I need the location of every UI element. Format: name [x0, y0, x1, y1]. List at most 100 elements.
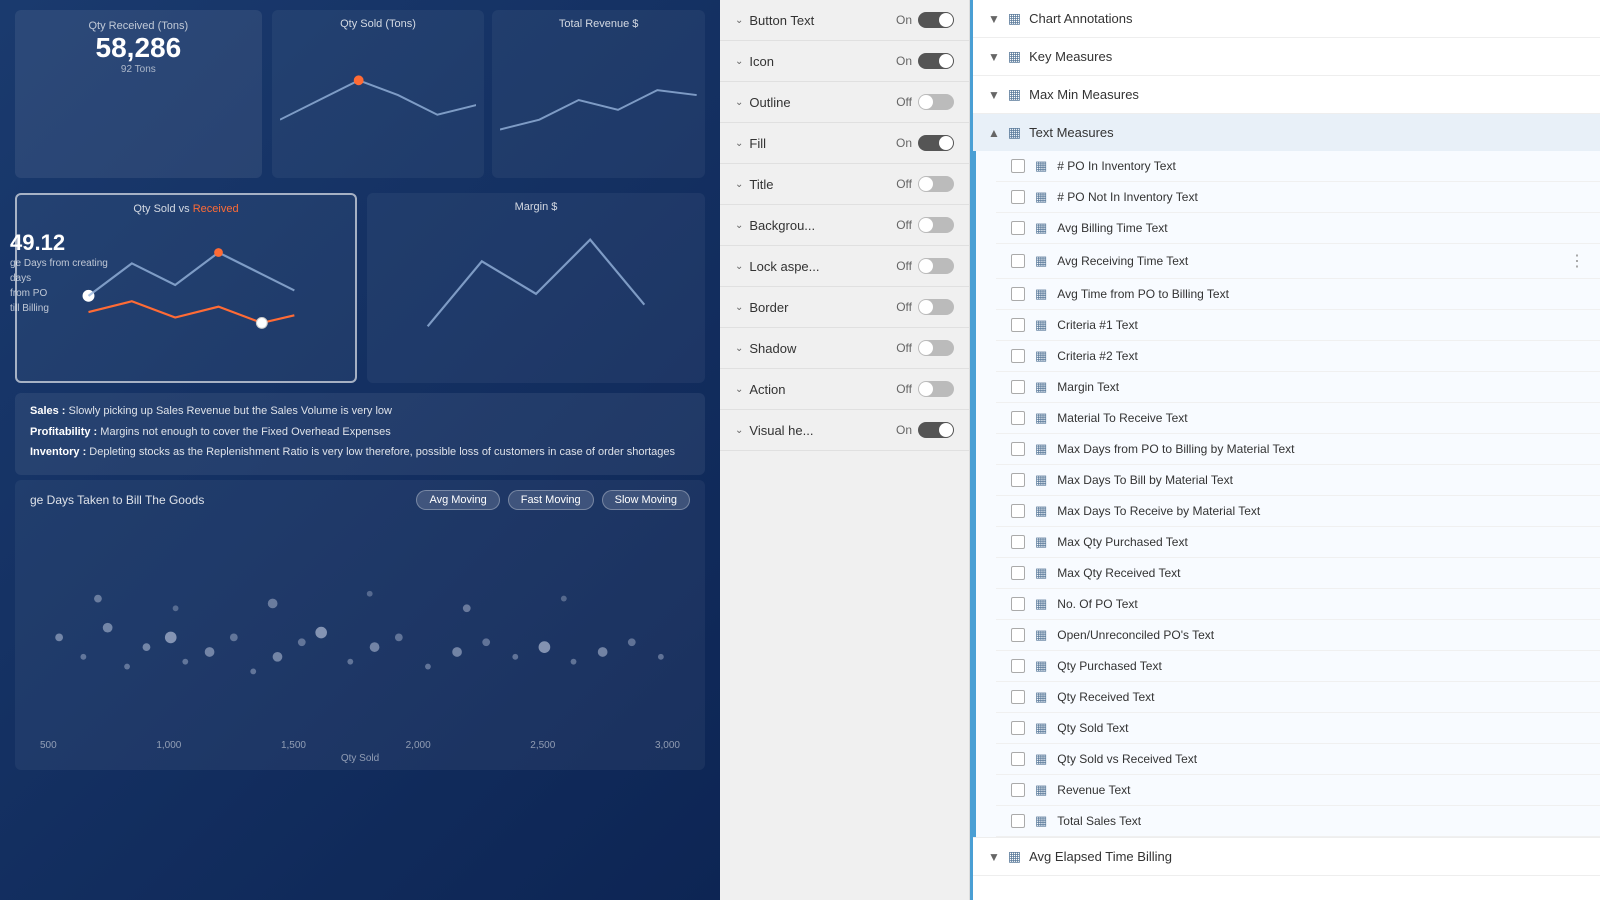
- prop-item-icon[interactable]: ⌄ Icon On: [720, 41, 969, 82]
- toggle-track[interactable]: [918, 94, 954, 110]
- tree-item[interactable]: ▦ Max Days from PO to Billing by Materia…: [996, 434, 1600, 465]
- tree-item[interactable]: ▦ Material To Receive Text: [996, 403, 1600, 434]
- item-checkbox[interactable]: [1011, 442, 1025, 456]
- tree-item[interactable]: ▦ # PO Not In Inventory Text: [996, 182, 1600, 213]
- item-checkbox[interactable]: [1011, 190, 1025, 204]
- tree-section-key-measures[interactable]: ▼ ▦ Key Measures: [973, 38, 1600, 76]
- tree-item[interactable]: ▦ Max Qty Received Text: [996, 558, 1600, 589]
- item-checkbox[interactable]: [1011, 504, 1025, 518]
- item-checkbox[interactable]: [1011, 783, 1025, 797]
- tree-section-header-text-measures[interactable]: ▲ ▦ Text Measures: [973, 114, 1600, 151]
- charts-area-2: Qty Sold vs Received Margin $: [0, 188, 720, 388]
- item-checkbox[interactable]: [1011, 221, 1025, 235]
- prop-toggle[interactable]: Off: [896, 217, 954, 233]
- tree-section-chart-annotations[interactable]: ▼ ▦ Chart Annotations: [973, 0, 1600, 38]
- tree-item[interactable]: ▦ # PO In Inventory Text: [996, 151, 1600, 182]
- tree-item[interactable]: ▦ Qty Received Text: [996, 682, 1600, 713]
- toggle-track[interactable]: [918, 258, 954, 274]
- fast-moving-filter[interactable]: Fast Moving: [508, 490, 594, 510]
- tree-item[interactable]: ▦ Qty Purchased Text: [996, 651, 1600, 682]
- toggle-track[interactable]: [918, 176, 954, 192]
- toggle-track[interactable]: [918, 299, 954, 315]
- tree-section-text-measures[interactable]: ▲ ▦ Text Measures ▦ # PO In Inventory Te…: [973, 114, 1600, 838]
- item-checkbox[interactable]: [1011, 752, 1025, 766]
- chevron-icon: ⌄: [735, 138, 743, 149]
- toggle-track[interactable]: [918, 217, 954, 233]
- item-label: Max Days To Bill by Material Text: [1057, 473, 1233, 487]
- prop-item-border[interactable]: ⌄ Border Off: [720, 287, 969, 328]
- toggle-track[interactable]: [918, 381, 954, 397]
- item-checkbox[interactable]: [1011, 721, 1025, 735]
- item-checkbox[interactable]: [1011, 254, 1025, 268]
- tree-section-max-min-measures[interactable]: ▼ ▦ Max Min Measures: [973, 76, 1600, 114]
- section-title-avg-elapsed-billing: Avg Elapsed Time Billing: [1029, 849, 1172, 864]
- prop-toggle[interactable]: Off: [896, 340, 954, 356]
- tree-item[interactable]: ▦ Avg Time from PO to Billing Text: [996, 279, 1600, 310]
- slow-moving-filter[interactable]: Slow Moving: [602, 490, 690, 510]
- tree-item[interactable]: ▦ Qty Sold Text: [996, 713, 1600, 744]
- prop-item-fill[interactable]: ⌄ Fill On: [720, 123, 969, 164]
- item-label: Qty Sold Text: [1057, 721, 1128, 735]
- avg-moving-filter[interactable]: Avg Moving: [416, 490, 499, 510]
- table-icon: ▦: [1035, 565, 1047, 581]
- item-checkbox[interactable]: [1011, 535, 1025, 549]
- toggle-track[interactable]: [918, 422, 954, 438]
- item-checkbox[interactable]: [1011, 380, 1025, 394]
- prop-toggle[interactable]: On: [896, 12, 954, 28]
- toggle-track[interactable]: [918, 53, 954, 69]
- prop-item-outline[interactable]: ⌄ Outline Off: [720, 82, 969, 123]
- item-checkbox[interactable]: [1011, 349, 1025, 363]
- prop-toggle[interactable]: On: [896, 135, 954, 151]
- qty-sold-title: Qty Sold (Tons): [280, 18, 477, 30]
- tree-item[interactable]: ▦ Qty Sold vs Received Text: [996, 744, 1600, 775]
- prop-item-title[interactable]: ⌄ Title Off: [720, 164, 969, 205]
- toggle-track[interactable]: [918, 340, 954, 356]
- tree-item[interactable]: ▦ No. Of PO Text: [996, 589, 1600, 620]
- toggle-track[interactable]: [918, 12, 954, 28]
- item-checkbox[interactable]: [1011, 287, 1025, 301]
- prop-toggle[interactable]: On: [896, 422, 954, 438]
- prop-toggle[interactable]: Off: [896, 299, 954, 315]
- item-checkbox[interactable]: [1011, 473, 1025, 487]
- prop-item-button-text[interactable]: ⌄ Button Text On: [720, 0, 969, 41]
- tree-item[interactable]: ▦ Max Qty Purchased Text: [996, 527, 1600, 558]
- tree-item[interactable]: ▦ Criteria #2 Text: [996, 341, 1600, 372]
- tree-item[interactable]: ▦ Max Days To Receive by Material Text: [996, 496, 1600, 527]
- prop-item-backgrou...[interactable]: ⌄ Backgrou... Off: [720, 205, 969, 246]
- toggle-track[interactable]: [918, 135, 954, 151]
- prop-toggle[interactable]: Off: [896, 381, 954, 397]
- tree-item[interactable]: ▦ Margin Text: [996, 372, 1600, 403]
- prop-item-visual-he...[interactable]: ⌄ Visual he... On: [720, 410, 969, 451]
- tree-item[interactable]: ▦ Max Days To Bill by Material Text: [996, 465, 1600, 496]
- prop-item-lock-aspe...[interactable]: ⌄ Lock aspe... Off: [720, 246, 969, 287]
- tree-item[interactable]: ▦ Avg Receiving Time Text ⋮: [996, 244, 1600, 279]
- tree-item[interactable]: ▦ Total Sales Text: [996, 806, 1600, 837]
- item-checkbox[interactable]: [1011, 411, 1025, 425]
- prop-label: ⌄ Backgrou...: [735, 218, 815, 233]
- chevron-icon: ⌄: [735, 15, 743, 26]
- tree-item[interactable]: ▦ Criteria #1 Text: [996, 310, 1600, 341]
- tree-item[interactable]: ▦ Revenue Text: [996, 775, 1600, 806]
- tree-panel[interactable]: ▼ ▦ Chart Annotations ▼ ▦ Key Measures ▼…: [970, 0, 1600, 900]
- tree-item[interactable]: ▦ Open/Unreconciled PO's Text: [996, 620, 1600, 651]
- tree-section-header-chart-annotations[interactable]: ▼ ▦ Chart Annotations: [973, 0, 1600, 37]
- item-checkbox[interactable]: [1011, 659, 1025, 673]
- item-checkbox[interactable]: [1011, 159, 1025, 173]
- item-checkbox[interactable]: [1011, 814, 1025, 828]
- tree-item[interactable]: ▦ Avg Billing Time Text: [996, 213, 1600, 244]
- item-checkbox[interactable]: [1011, 690, 1025, 704]
- prop-item-shadow[interactable]: ⌄ Shadow Off: [720, 328, 969, 369]
- tree-section-header-avg-elapsed-billing[interactable]: ▼ ▦ Avg Elapsed Time Billing: [973, 838, 1600, 875]
- prop-toggle[interactable]: Off: [896, 258, 954, 274]
- tree-section-avg-elapsed-billing[interactable]: ▼ ▦ Avg Elapsed Time Billing: [973, 838, 1600, 876]
- item-checkbox[interactable]: [1011, 318, 1025, 332]
- prop-toggle[interactable]: Off: [896, 176, 954, 192]
- tree-section-header-max-min-measures[interactable]: ▼ ▦ Max Min Measures: [973, 76, 1600, 113]
- prop-item-action[interactable]: ⌄ Action Off: [720, 369, 969, 410]
- item-checkbox[interactable]: [1011, 597, 1025, 611]
- item-checkbox[interactable]: [1011, 628, 1025, 642]
- prop-toggle[interactable]: Off: [896, 94, 954, 110]
- item-checkbox[interactable]: [1011, 566, 1025, 580]
- tree-section-header-key-measures[interactable]: ▼ ▦ Key Measures: [973, 38, 1600, 75]
- prop-toggle[interactable]: On: [896, 53, 954, 69]
